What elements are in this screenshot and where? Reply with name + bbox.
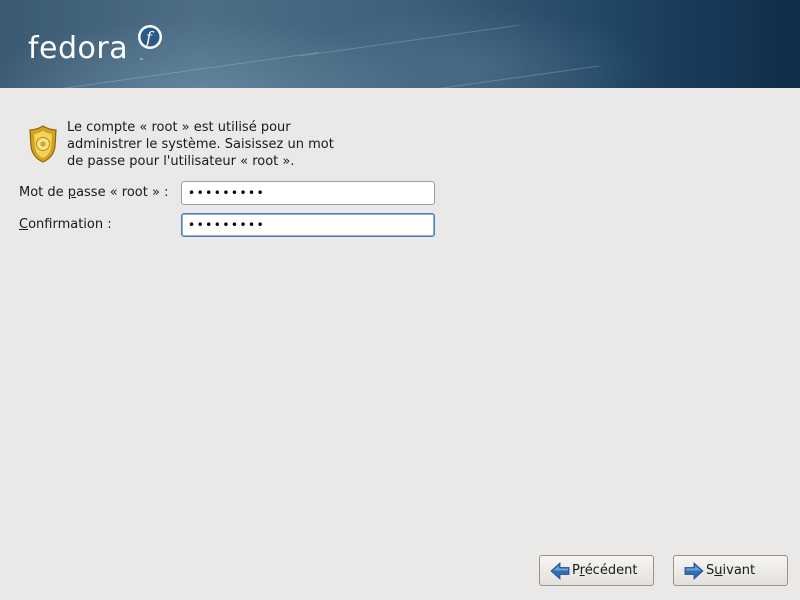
- back-button[interactable]: Précédent: [539, 555, 654, 586]
- installer-window: fedora f ™ Le compte « root » est utilis…: [0, 0, 800, 600]
- root-password-field[interactable]: [181, 181, 435, 205]
- info-text: Le compte « root » est utilisé pour admi…: [67, 120, 334, 169]
- back-button-label: Précédent: [572, 563, 638, 578]
- next-button-label: Suivant: [706, 563, 756, 578]
- fedora-infinity-icon: f: [138, 25, 162, 49]
- arrow-right-icon: [684, 561, 704, 580]
- mnemonic-underline: C: [19, 217, 29, 232]
- logo-text: fedora: [28, 31, 129, 66]
- header-banner: fedora f ™: [0, 0, 800, 88]
- shield-badge-icon: [29, 125, 57, 163]
- root-password-label: Mot de passe « root » :: [19, 185, 169, 200]
- arrow-left-icon: [550, 561, 570, 580]
- mnemonic-underline: p: [67, 185, 77, 200]
- trademark-symbol: ™: [139, 58, 144, 64]
- confirm-password-field[interactable]: [181, 213, 435, 237]
- next-button[interactable]: Suivant: [673, 555, 788, 586]
- confirm-password-label: Confirmation :: [19, 217, 112, 232]
